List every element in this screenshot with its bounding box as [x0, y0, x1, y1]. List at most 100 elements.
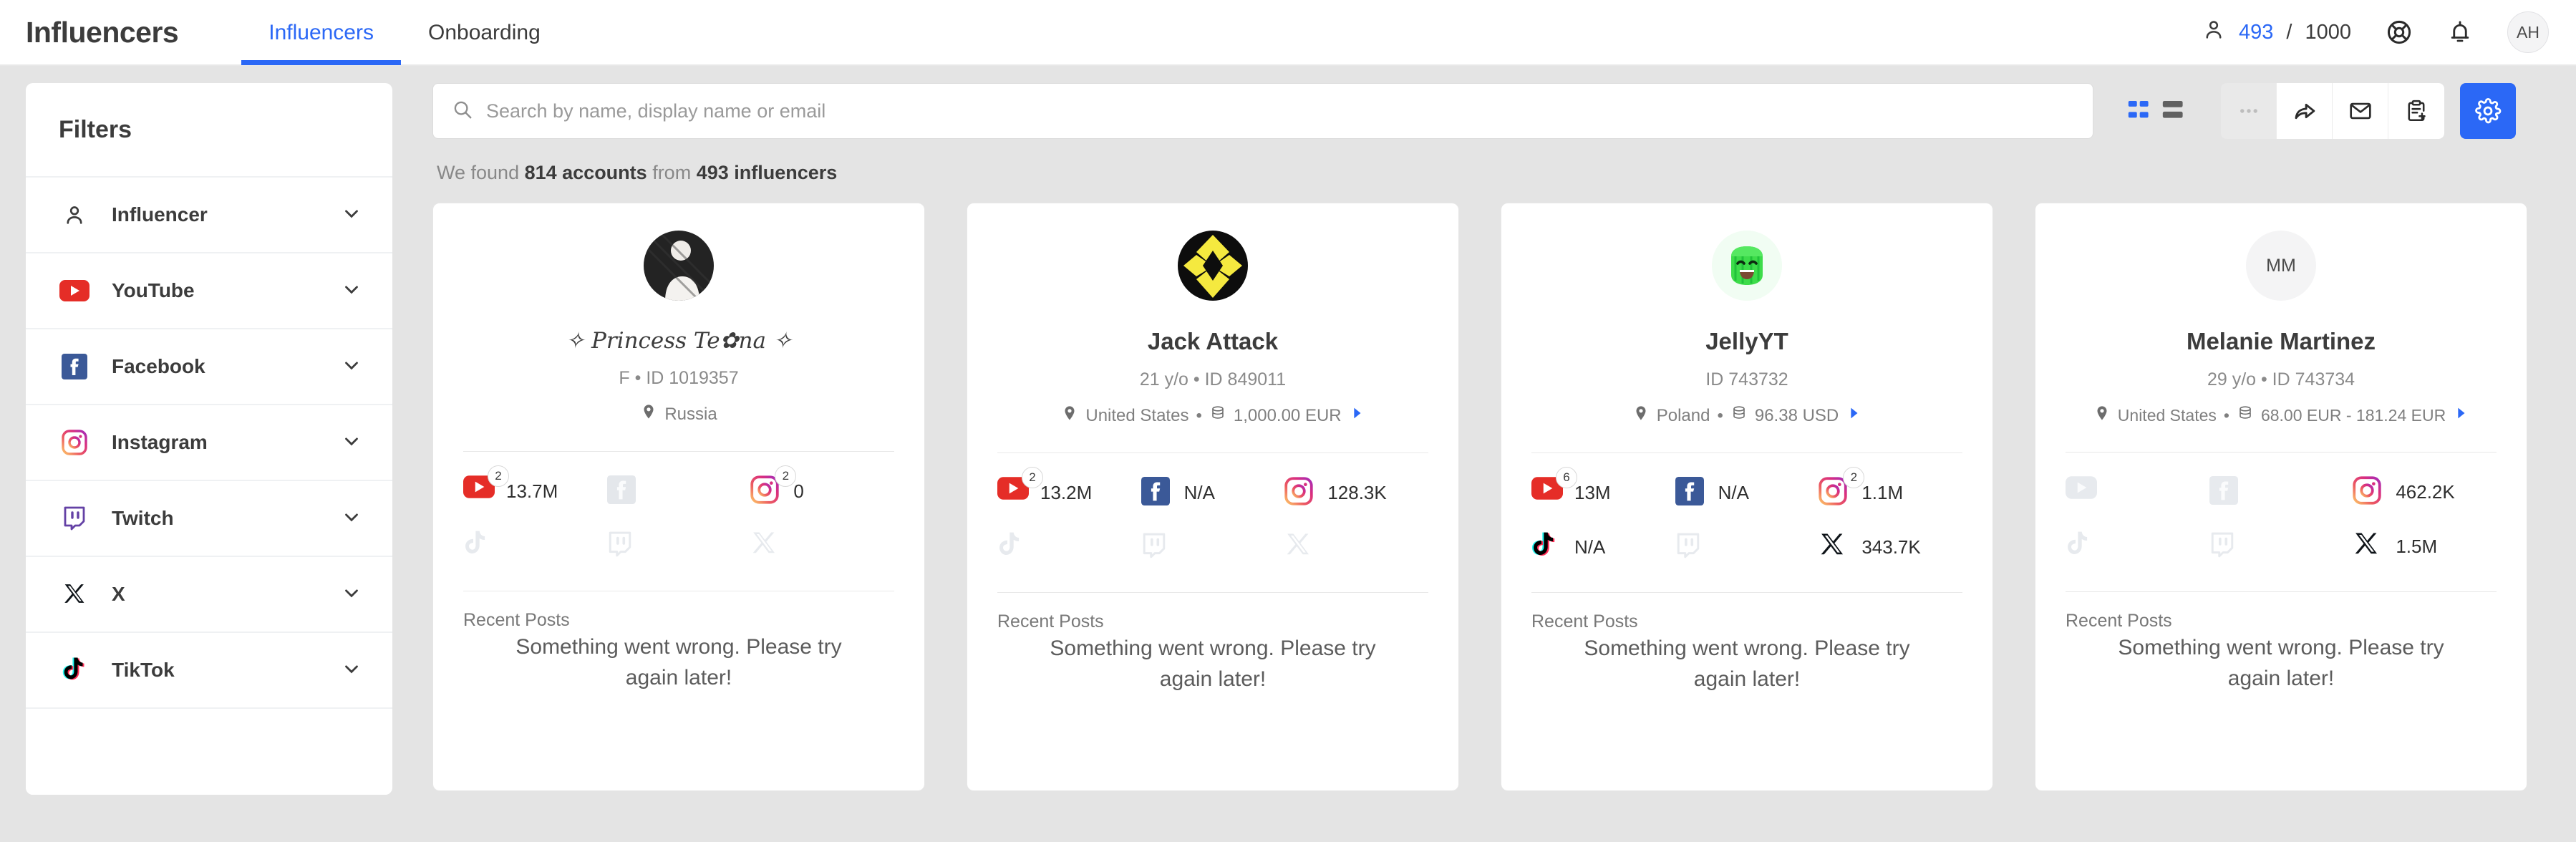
influencer-card[interactable]: ✧ Princess Te✿na ✧ F • ID 1019357 Russia [432, 203, 925, 791]
sidebar-item-instagram[interactable]: Instagram [26, 405, 392, 481]
filters-title: Filters [26, 83, 392, 178]
search-toolbar [432, 83, 2550, 139]
stat-facebook [606, 468, 751, 515]
expand-arrow-icon[interactable] [1349, 405, 1365, 426]
action-toolbar [2221, 83, 2444, 139]
influencer-card[interactable]: MM Melanie Martinez 29 y/o • ID 743734 U… [2035, 203, 2527, 791]
chevron-down-icon [341, 506, 362, 531]
expand-arrow-icon[interactable] [1846, 405, 1861, 426]
social-stats: 2 13.2M N/A 128.3K [997, 453, 1428, 588]
stat-tiktok [2066, 523, 2209, 570]
add-to-list-button[interactable] [2388, 83, 2444, 139]
influencer-meta: United States • 68.00 EUR - 181.24 EUR [2066, 405, 2497, 426]
influencer-card[interactable]: Jack Attack 21 y/o • ID 849011 United St… [967, 203, 1459, 791]
search-input[interactable] [486, 100, 2074, 122]
sidebar-item-youtube[interactable]: YouTube [26, 253, 392, 329]
stat-instagram[interactable]: 462.2K [2353, 468, 2497, 516]
tiktok-icon [1531, 531, 1563, 563]
avatar: MM [2246, 231, 2316, 301]
influencer-location: Poland [1656, 405, 1710, 425]
stat-x[interactable]: 343.7K [1819, 523, 1962, 571]
sidebar-item-facebook[interactable]: Facebook [26, 329, 392, 405]
settings-button[interactable] [2460, 83, 2516, 139]
meta-separator: • [1717, 405, 1723, 425]
social-stats-row: 6 13M N/A 2 1.1M [1531, 467, 1962, 516]
coins-icon [1730, 405, 1748, 427]
stat-youtube[interactable]: 6 13M [1531, 467, 1675, 516]
stat-youtube[interactable]: 2 13.7M [463, 465, 607, 515]
facebook-icon [1141, 477, 1173, 508]
recent-posts-error: Something went wrong. Please try again l… [515, 635, 842, 689]
influencer-price: 96.38 USD [1754, 405, 1839, 425]
results-prefix: We found [437, 162, 525, 183]
list-view-icon[interactable] [2161, 97, 2185, 125]
share-button[interactable] [2277, 83, 2333, 139]
twitch-icon [2209, 531, 2241, 562]
influencer-name: ✧ Princess Te✿na ✧ [566, 328, 792, 354]
stat-facebook[interactable]: N/A [1675, 469, 1819, 516]
influencer-card[interactable]: JellyYT ID 743732 Poland • 96.38 USD 6 1… [1501, 203, 1993, 791]
stat-twitch [1141, 523, 1285, 571]
youtube-icon [2066, 476, 2097, 508]
stat-instagram[interactable]: 2 0 [750, 465, 894, 515]
sidebar-item-tiktok[interactable]: TikTok [26, 633, 392, 709]
stat-instagram[interactable]: 2 1.1M [1819, 467, 1962, 516]
stat-value: 13.2M [1040, 481, 1093, 503]
x-icon [59, 579, 90, 610]
tab-onboarding[interactable]: Onboarding [401, 0, 568, 65]
stat-tiktok[interactable]: N/A [1531, 523, 1675, 571]
help-icon[interactable] [2386, 19, 2413, 46]
stat-value: 462.2K [2396, 480, 2455, 503]
influencer-quota: 493 / 1000 [2202, 17, 2351, 47]
social-stats-row: N/A 343.7K [1531, 523, 1962, 571]
grid-view-icon[interactable] [2126, 97, 2151, 125]
sidebar-item-twitch[interactable]: Twitch [26, 481, 392, 557]
influencer-location: Russia [664, 404, 717, 424]
x-icon [2353, 531, 2384, 562]
youtube-icon: 2 [997, 467, 1043, 508]
expand-arrow-icon[interactable] [2453, 405, 2469, 425]
stat-youtube[interactable]: 2 13.2M [997, 467, 1141, 516]
quota-total: 1000 [2305, 20, 2351, 44]
influencer-name: JellyYT [1705, 328, 1788, 354]
stat-facebook[interactable]: N/A [1141, 469, 1285, 516]
sidebar-item-influencer[interactable]: Influencer [26, 178, 392, 253]
social-stats-row: 2 13.7M 2 0 [463, 465, 894, 515]
youtube-icon [59, 275, 90, 306]
results-influencers: 493 influencers [696, 162, 838, 183]
stat-x[interactable]: 1.5M [2353, 523, 2497, 570]
tiktok-icon [463, 530, 495, 561]
instagram-icon [1284, 477, 1316, 508]
chevron-down-icon [341, 430, 362, 455]
twitch-icon [1141, 531, 1173, 563]
search-box[interactable] [432, 83, 2093, 139]
user-avatar[interactable]: AH [2507, 11, 2549, 53]
influencer-subtitle: ID 743732 [1705, 369, 1788, 389]
tab-influencers[interactable]: Influencers [241, 0, 401, 65]
social-stats: 462.2K 1.5M [2066, 453, 2497, 587]
chevron-down-icon [341, 658, 362, 683]
twitch-icon [1675, 531, 1707, 563]
stat-tiktok [997, 523, 1141, 571]
stat-value: N/A [1718, 481, 1749, 503]
recent-posts-error: Something went wrong. Please try again l… [1584, 637, 1910, 691]
stat-value: 0 [793, 480, 804, 502]
tiktok-icon [2066, 531, 2097, 562]
influencer-price: 1,000.00 EUR [1233, 405, 1342, 425]
results-summary: We found 814 accounts from 493 influence… [437, 162, 2550, 184]
sidebar-item-label: X [112, 583, 125, 605]
stat-x [1284, 523, 1428, 571]
chevron-down-icon [341, 203, 362, 228]
bell-icon[interactable] [2447, 19, 2473, 45]
avatar [644, 231, 714, 301]
main-content: We found 814 accounts from 493 influence… [432, 83, 2550, 842]
stat-youtube [2066, 468, 2209, 516]
influencer-name: Jack Attack [1147, 328, 1279, 354]
stat-instagram[interactable]: 128.3K [1284, 469, 1428, 516]
stat-x [750, 522, 894, 569]
sidebar-item-x[interactable]: X [26, 557, 392, 633]
mail-button[interactable] [2333, 83, 2388, 139]
account-count-badge: 6 [1556, 467, 1577, 488]
tiktok-icon [59, 654, 90, 686]
avatar [1712, 231, 1782, 301]
